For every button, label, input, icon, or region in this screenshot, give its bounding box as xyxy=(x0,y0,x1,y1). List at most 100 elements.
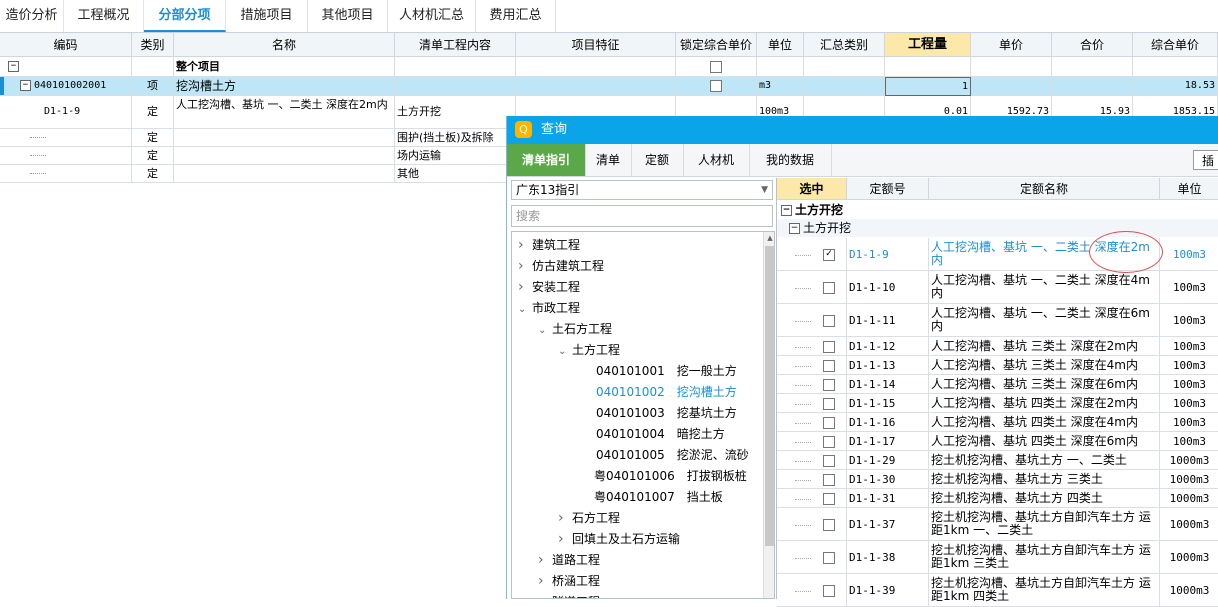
scroll-thumb[interactable] xyxy=(765,246,774,546)
tab-2[interactable]: 分部分项 xyxy=(144,0,226,32)
collapse-icon[interactable]: − xyxy=(789,223,800,234)
tree-item[interactable]: 040101003 挖基坑土方 xyxy=(596,403,737,424)
search-input[interactable]: 搜索 xyxy=(511,205,773,227)
tree-item[interactable]: ›隧道工程 xyxy=(538,592,600,598)
chevron-down-icon[interactable]: ⌄ xyxy=(558,341,572,362)
chevron-right-icon[interactable]: › xyxy=(538,592,552,598)
chevron-right-icon[interactable]: › xyxy=(558,508,572,529)
collapse-icon[interactable]: − xyxy=(781,205,792,216)
select-cell[interactable] xyxy=(777,541,847,574)
row-checkbox[interactable] xyxy=(823,518,835,531)
tree-item[interactable]: 040101005 挖淤泥、流砂 xyxy=(596,445,749,466)
select-cell[interactable] xyxy=(777,489,847,508)
select-cell[interactable] xyxy=(777,356,847,375)
lock-price-checkbox[interactable] xyxy=(710,80,722,92)
quota-row[interactable]: D1-1-14 人工挖沟槽、基坑 三类土 深度在6m内 100m3 xyxy=(777,375,1218,394)
quota-row[interactable]: D1-1-38 挖土机挖沟槽、基坑土方自卸汽车土方 运距1km 三类土 1000m3 xyxy=(777,541,1218,574)
tree-item[interactable]: › 仿古建筑工程 xyxy=(518,256,604,277)
select-cell[interactable] xyxy=(777,271,847,304)
chevron-right-icon[interactable]: › xyxy=(518,235,532,256)
chevron-down-icon[interactable]: ⌄ xyxy=(538,320,552,341)
row-checkbox[interactable] xyxy=(823,378,835,391)
select-cell[interactable] xyxy=(777,508,847,541)
chevron-right-icon[interactable]: › xyxy=(518,277,532,298)
row-checkbox[interactable] xyxy=(823,584,835,597)
quota-row[interactable]: D1-1-29 挖土机挖沟槽、基坑土方 一、二类土 1000m3 xyxy=(777,451,1218,470)
tab-3[interactable]: 措施项目 xyxy=(226,0,308,32)
select-cell[interactable] xyxy=(777,304,847,337)
row-checkbox[interactable] xyxy=(823,492,835,505)
chevron-right-icon[interactable]: › xyxy=(558,529,572,550)
tree-item[interactable]: › 桥涵工程 xyxy=(538,571,600,592)
row-checkbox[interactable] xyxy=(823,454,835,467)
tree-item[interactable]: 粤040101007 挡土板 xyxy=(594,487,723,508)
quota-row[interactable]: D1-1-12 人工挖沟槽、基坑 三类土 深度在2m内 100m3 xyxy=(777,337,1218,356)
tree-item[interactable]: › 石方工程 xyxy=(558,508,620,529)
tree-item[interactable]: › 建筑工程 xyxy=(518,235,580,256)
tree-item[interactable]: › 道路工程 xyxy=(538,550,600,571)
tab-1[interactable]: 工程概况 xyxy=(64,0,144,32)
quota-row[interactable]: D1-1-13 人工挖沟槽、基坑 三类土 深度在4m内 100m3 xyxy=(777,356,1218,375)
tree-item[interactable]: 040101004 暗挖土方 xyxy=(596,424,725,445)
group-row[interactable]: − 土方开挖 xyxy=(777,219,1218,237)
collapse-icon[interactable]: − xyxy=(20,79,31,91)
table-row[interactable]: −040101002001 项 挖沟槽土方 m3 1 18.53 xyxy=(0,77,1218,96)
row-checkbox[interactable] xyxy=(823,397,835,410)
row-checkbox[interactable] xyxy=(823,359,835,372)
tab-4[interactable]: 其他项目 xyxy=(308,0,388,32)
row-checkbox[interactable] xyxy=(823,281,835,294)
collapse-icon[interactable]: − xyxy=(8,60,19,72)
quota-row[interactable]: D1-1-37 挖土机挖沟槽、基坑土方自卸汽车土方 运距1km 一、二类土 1000… xyxy=(777,508,1218,541)
row-checkbox[interactable] xyxy=(823,416,835,429)
tree-item[interactable]: 040101002 挖沟槽土方 xyxy=(596,382,737,403)
dialog-title-bar[interactable]: Q 查询 xyxy=(507,116,1218,144)
select-cell[interactable] xyxy=(777,432,847,451)
quota-row[interactable]: D1-1-39 挖土机挖沟槽、基坑土方自卸汽车土方 运距1km 四类土 1000m3 xyxy=(777,574,1218,607)
dialog-tab-1[interactable]: 清单 xyxy=(585,144,632,176)
tree-item[interactable]: › 回填土及土石方运输 xyxy=(558,529,680,550)
tree-item[interactable]: › 安装工程 xyxy=(518,277,580,298)
row-checkbox[interactable] xyxy=(823,551,835,564)
row-checkbox[interactable] xyxy=(823,314,835,327)
dialog-tab-4[interactable]: 我的数据 xyxy=(749,144,832,176)
quota-row[interactable]: D1-1-31 挖土机挖沟槽、基坑土方 四类土 1000m3 xyxy=(777,489,1218,508)
tree-scrollbar[interactable]: ▲ xyxy=(763,232,774,598)
quota-row[interactable]: D1-1-17 人工挖沟槽、基坑 四类土 深度在6m内 100m3 xyxy=(777,432,1218,451)
lock-price-checkbox[interactable] xyxy=(710,61,722,73)
quota-row[interactable]: D1-1-11 人工挖沟槽、基坑 一、二类土 深度在6m内 100m3 xyxy=(777,304,1218,337)
group-row[interactable]: − 土方开挖 xyxy=(777,201,1218,219)
select-cell[interactable] xyxy=(777,470,847,489)
select-cell[interactable] xyxy=(777,451,847,470)
select-cell[interactable] xyxy=(777,394,847,413)
select-cell[interactable]: ✓ xyxy=(777,238,847,271)
dialog-tab-3[interactable]: 人材机 xyxy=(683,144,750,176)
tab-0[interactable]: 造价分析 xyxy=(0,0,64,32)
tree-item[interactable]: 粤040101006 打拔钢板桩 xyxy=(594,466,747,487)
scroll-up-icon[interactable]: ▲ xyxy=(764,232,774,244)
insert-button[interactable]: 插 xyxy=(1193,150,1218,170)
chevron-down-icon[interactable]: ⌄ xyxy=(518,299,532,320)
tab-6[interactable]: 费用汇总 xyxy=(476,0,556,32)
select-cell[interactable] xyxy=(777,574,847,607)
tree-item[interactable]: 040101001 挖一般土方 xyxy=(596,361,737,382)
table-row[interactable]: − 整个项目 xyxy=(0,57,1218,77)
quota-row[interactable]: D1-1-10 人工挖沟槽、基坑 一、二类土 深度在4m内 100m3 xyxy=(777,271,1218,304)
tree-item[interactable]: ⌄ 土方工程 xyxy=(558,340,620,361)
tab-5[interactable]: 人材机汇总 xyxy=(388,0,476,32)
chevron-right-icon[interactable]: › xyxy=(538,550,552,571)
row-checkbox[interactable] xyxy=(823,435,835,448)
select-cell[interactable] xyxy=(777,375,847,394)
tree-item[interactable]: ⌄ 土石方工程 xyxy=(538,319,612,340)
dialog-tab-0[interactable]: 清单指引 xyxy=(507,144,586,176)
tree-item[interactable]: ⌄ 市政工程 xyxy=(518,298,580,319)
dialog-tab-2[interactable]: 定额 xyxy=(631,144,684,176)
quota-row[interactable]: D1-1-16 人工挖沟槽、基坑 四类土 深度在4m内 100m3 xyxy=(777,413,1218,432)
region-select[interactable]: 广东13指引 ▼ xyxy=(511,180,773,200)
row-checkbox[interactable] xyxy=(823,473,835,486)
select-cell[interactable] xyxy=(777,337,847,356)
chevron-right-icon[interactable]: › xyxy=(538,571,552,592)
quota-row[interactable]: D1-1-15 人工挖沟槽、基坑 四类土 深度在2m内 100m3 xyxy=(777,394,1218,413)
row-checkbox[interactable] xyxy=(823,340,835,353)
row-checkbox[interactable]: ✓ xyxy=(823,248,835,261)
select-cell[interactable] xyxy=(777,413,847,432)
